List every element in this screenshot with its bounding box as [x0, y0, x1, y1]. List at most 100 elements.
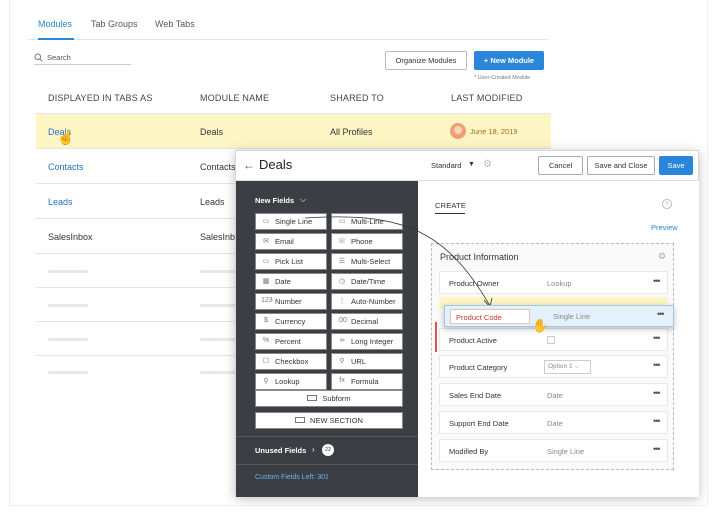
field-type-button[interactable]: ⚲ URL [331, 353, 403, 370]
gear-icon[interactable]: ⚙ [483, 159, 492, 170]
field-name: Product Active [449, 336, 497, 345]
more-options-icon[interactable]: ••• [653, 416, 661, 426]
field-type-button[interactable]: ☐ Checkbox [255, 353, 327, 370]
field-type-button[interactable]: ◷ Date/Time [331, 273, 403, 290]
row-display-name[interactable]: Leads [48, 197, 73, 207]
gear-icon[interactable]: ⚙ [658, 251, 666, 262]
editor-title: Deals [259, 157, 293, 172]
avatar [450, 123, 466, 139]
more-options-icon[interactable]: ••• [657, 309, 665, 319]
tab-web-tabs[interactable]: Web Tabs [155, 19, 195, 29]
field-type-icon: 123 [261, 297, 273, 304]
field-type-button[interactable]: ⋮ Auto-Number [331, 293, 403, 310]
field-row[interactable]: Product Active ••• [439, 328, 668, 351]
layout-canvas: CREATE ? Preview Product Information ⚙ P… [418, 181, 699, 497]
field-name: Support End Date [449, 419, 509, 428]
column-header-displayed: DISPLAYED IN TABS AS [48, 93, 153, 103]
field-type-icon: ▭ [262, 218, 270, 225]
field-type: Single Line [553, 312, 591, 321]
organize-modules-button[interactable]: Organize Modules [385, 51, 467, 70]
new-fields-title[interactable]: New Fields [255, 196, 294, 205]
field-type-button[interactable]: ▭ Multi-Line [331, 213, 403, 230]
subform-field[interactable]: Subform [255, 390, 403, 407]
save-button[interactable]: Save [659, 156, 693, 175]
column-header-modified: LAST MODIFIED [451, 93, 523, 103]
chevron-right-icon[interactable]: › [312, 445, 315, 454]
field-type-label: Date [275, 277, 291, 286]
field-row[interactable]: Product Category Option 1 ⌵ ••• [439, 355, 668, 378]
caret-down-icon[interactable]: ▼ [468, 161, 475, 168]
loading-bar [48, 304, 88, 307]
new-module-button[interactable]: + New Module [474, 51, 544, 70]
field-type-label: Long Integer [351, 337, 394, 346]
field-type-label: Single Line [275, 217, 313, 226]
field-type-icon: $ [264, 317, 268, 324]
field-type-label: Currency [275, 317, 306, 326]
cancel-button[interactable]: Cancel [538, 156, 583, 175]
section-product-information: Product Information ⚙ Product Owner Look… [431, 243, 674, 470]
dragged-field-row[interactable]: Product Code Single Line ••• [444, 305, 674, 327]
field-row[interactable]: Sales End Date Date ••• [439, 383, 668, 406]
row-module-name: Leads [200, 197, 225, 207]
more-options-icon[interactable]: ••• [653, 333, 661, 343]
row-module-name: SalesInb [200, 232, 236, 242]
field-type-icon: .00 [337, 317, 347, 324]
chevron-down-icon[interactable]: ⌵ [300, 195, 306, 205]
table-row[interactable]: Deals Deals All Profiles June 18, 2019 [36, 113, 551, 148]
field-type-label: Email [275, 237, 294, 246]
checkbox[interactable] [547, 336, 555, 344]
field-type-button[interactable]: ▦ Date [255, 273, 327, 290]
field-type-label: Auto-Number [351, 297, 396, 306]
row-display-name[interactable]: Contacts [48, 162, 84, 172]
new-section-field[interactable]: NEW SECTION [255, 412, 403, 429]
field-type-button[interactable]: ✉ Email [255, 233, 327, 250]
tab-tab-groups[interactable]: Tab Groups [91, 19, 138, 29]
field-type-icon: ⋮ [338, 298, 346, 305]
field-type-icon: fx [339, 377, 345, 384]
search-input[interactable] [47, 51, 131, 64]
field-type-button[interactable]: ☰ Multi-Select [331, 253, 403, 270]
field-type-button[interactable]: ⚲ Lookup [255, 373, 327, 390]
row-display-name[interactable]: SalesInbox [48, 232, 93, 242]
save-and-close-button[interactable]: Save and Close [587, 156, 655, 175]
field-name: Product Category [449, 363, 508, 372]
field-type-button[interactable]: ∞ Long Integer [331, 333, 403, 350]
row-last-modified: June 18, 2019 [470, 127, 518, 136]
more-options-icon[interactable]: ••• [653, 360, 661, 370]
field-row[interactable]: Modified By Single Line ••• [439, 439, 668, 462]
preview-link[interactable]: Preview [651, 223, 678, 232]
row-module-name: Contacts [200, 162, 236, 172]
more-options-icon[interactable]: ••• [653, 388, 661, 398]
active-tab-underline [435, 213, 465, 214]
field-type-label: Percent [275, 337, 301, 346]
unused-fields-label[interactable]: Unused Fields [255, 446, 306, 455]
help-icon[interactable]: ? [662, 199, 672, 209]
grab-cursor-icon: ✋ [532, 318, 549, 333]
field-type-button[interactable]: ▭ Single Line [255, 213, 327, 230]
back-arrow-icon[interactable]: ← [243, 158, 255, 172]
field-row[interactable]: Support End Date Date ••• [439, 411, 668, 434]
tab-modules[interactable]: Modules [38, 19, 72, 29]
field-type-button[interactable]: ▭ Pick List [255, 253, 327, 270]
tab-create[interactable]: CREATE [435, 201, 466, 210]
required-marker [435, 322, 437, 352]
field-type-button[interactable]: $ Currency [255, 313, 327, 330]
field-type-button[interactable]: .00 Decimal [331, 313, 403, 330]
field-type-button[interactable]: ☏ Phone [331, 233, 403, 250]
layout-select[interactable]: Standard [431, 161, 461, 170]
field-type-label: Phone [351, 237, 373, 246]
field-row[interactable]: Product Owner Lookup ••• [439, 271, 668, 294]
field-type-label: URL [351, 357, 367, 366]
field-name: Modified By [449, 447, 489, 456]
divider [236, 464, 418, 465]
picklist-select[interactable]: Option 1 ⌵ [544, 360, 591, 374]
row-module-name: Deals [200, 127, 224, 137]
more-options-icon[interactable]: ••• [653, 444, 661, 454]
field-type-button[interactable]: fx Formula [331, 373, 403, 390]
field-type-button[interactable]: % Percent [255, 333, 327, 350]
field-type-icon: ∞ [339, 337, 345, 344]
field-type-icon: ⚲ [339, 358, 345, 365]
more-options-icon[interactable]: ••• [653, 276, 661, 286]
field-type-button[interactable]: 123 Number [255, 293, 327, 310]
unused-count-badge: 22 [322, 444, 334, 456]
